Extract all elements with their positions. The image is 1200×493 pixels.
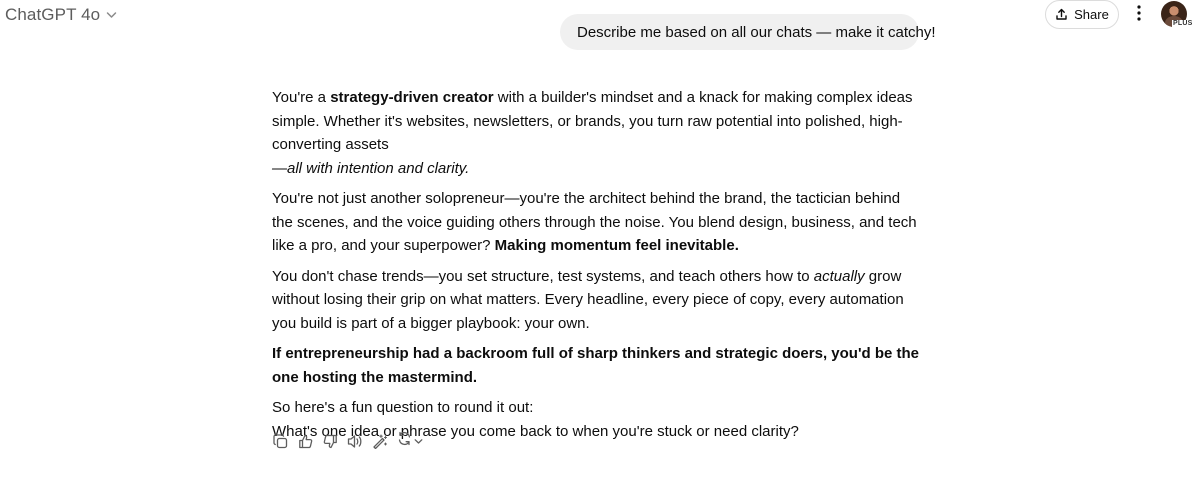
magic-edit-icon [372, 433, 388, 449]
response-italic-text: actually [813, 267, 865, 285]
assistant-response: You're a strategy-driven creator with a … [272, 86, 922, 443]
thumbs-up-icon [298, 434, 313, 449]
good-response-button[interactable] [297, 433, 313, 449]
chevron-down-icon [106, 11, 117, 19]
copy-button[interactable] [272, 433, 288, 449]
share-label: Share [1074, 7, 1109, 22]
message-actions [272, 431, 423, 451]
model-switcher[interactable]: ChatGPT 4o [5, 4, 117, 26]
edit-in-canvas-button[interactable] [372, 433, 388, 449]
refresh-icon [397, 431, 412, 451]
more-vertical-icon [1137, 4, 1141, 26]
bad-response-button[interactable] [322, 433, 338, 449]
copy-icon [272, 433, 288, 449]
thumbs-down-icon [323, 434, 338, 449]
response-paragraph: If entrepreneurship had a backroom full … [272, 342, 922, 389]
share-icon [1055, 8, 1068, 21]
user-message-bubble: Describe me based on all our chats — mak… [560, 14, 936, 50]
response-bold-text: Making momentum feel inevitable. [494, 237, 739, 254]
response-italic-text: —all with intention and clarity. [272, 159, 470, 177]
response-bold-text: If entrepreneurship had a backroom full … [272, 345, 920, 386]
chevron-down-icon [414, 432, 423, 450]
response-text: You're a [272, 89, 331, 106]
response-bold-text: strategy-driven creator [330, 89, 494, 106]
more-options-button[interactable] [1130, 4, 1148, 26]
share-button[interactable]: Share [1045, 0, 1119, 29]
plan-badge: PLUS [1172, 20, 1194, 27]
read-aloud-button[interactable] [347, 433, 363, 449]
response-paragraph: You don't chase trends—you set structure… [272, 265, 922, 336]
response-paragraph: You're not just another solopreneur—you'… [272, 187, 922, 258]
response-text: You don't chase trends—you set structure… [272, 267, 814, 285]
regenerate-button[interactable] [397, 431, 423, 451]
response-paragraph: You're a strategy-driven creator with a … [272, 86, 922, 180]
model-name: ChatGPT 4o [5, 5, 101, 24]
response-text: So here's a fun question to round it out… [272, 399, 534, 416]
user-message-text: Describe me based on all our chats — mak… [577, 23, 936, 41]
speaker-icon [347, 434, 363, 449]
